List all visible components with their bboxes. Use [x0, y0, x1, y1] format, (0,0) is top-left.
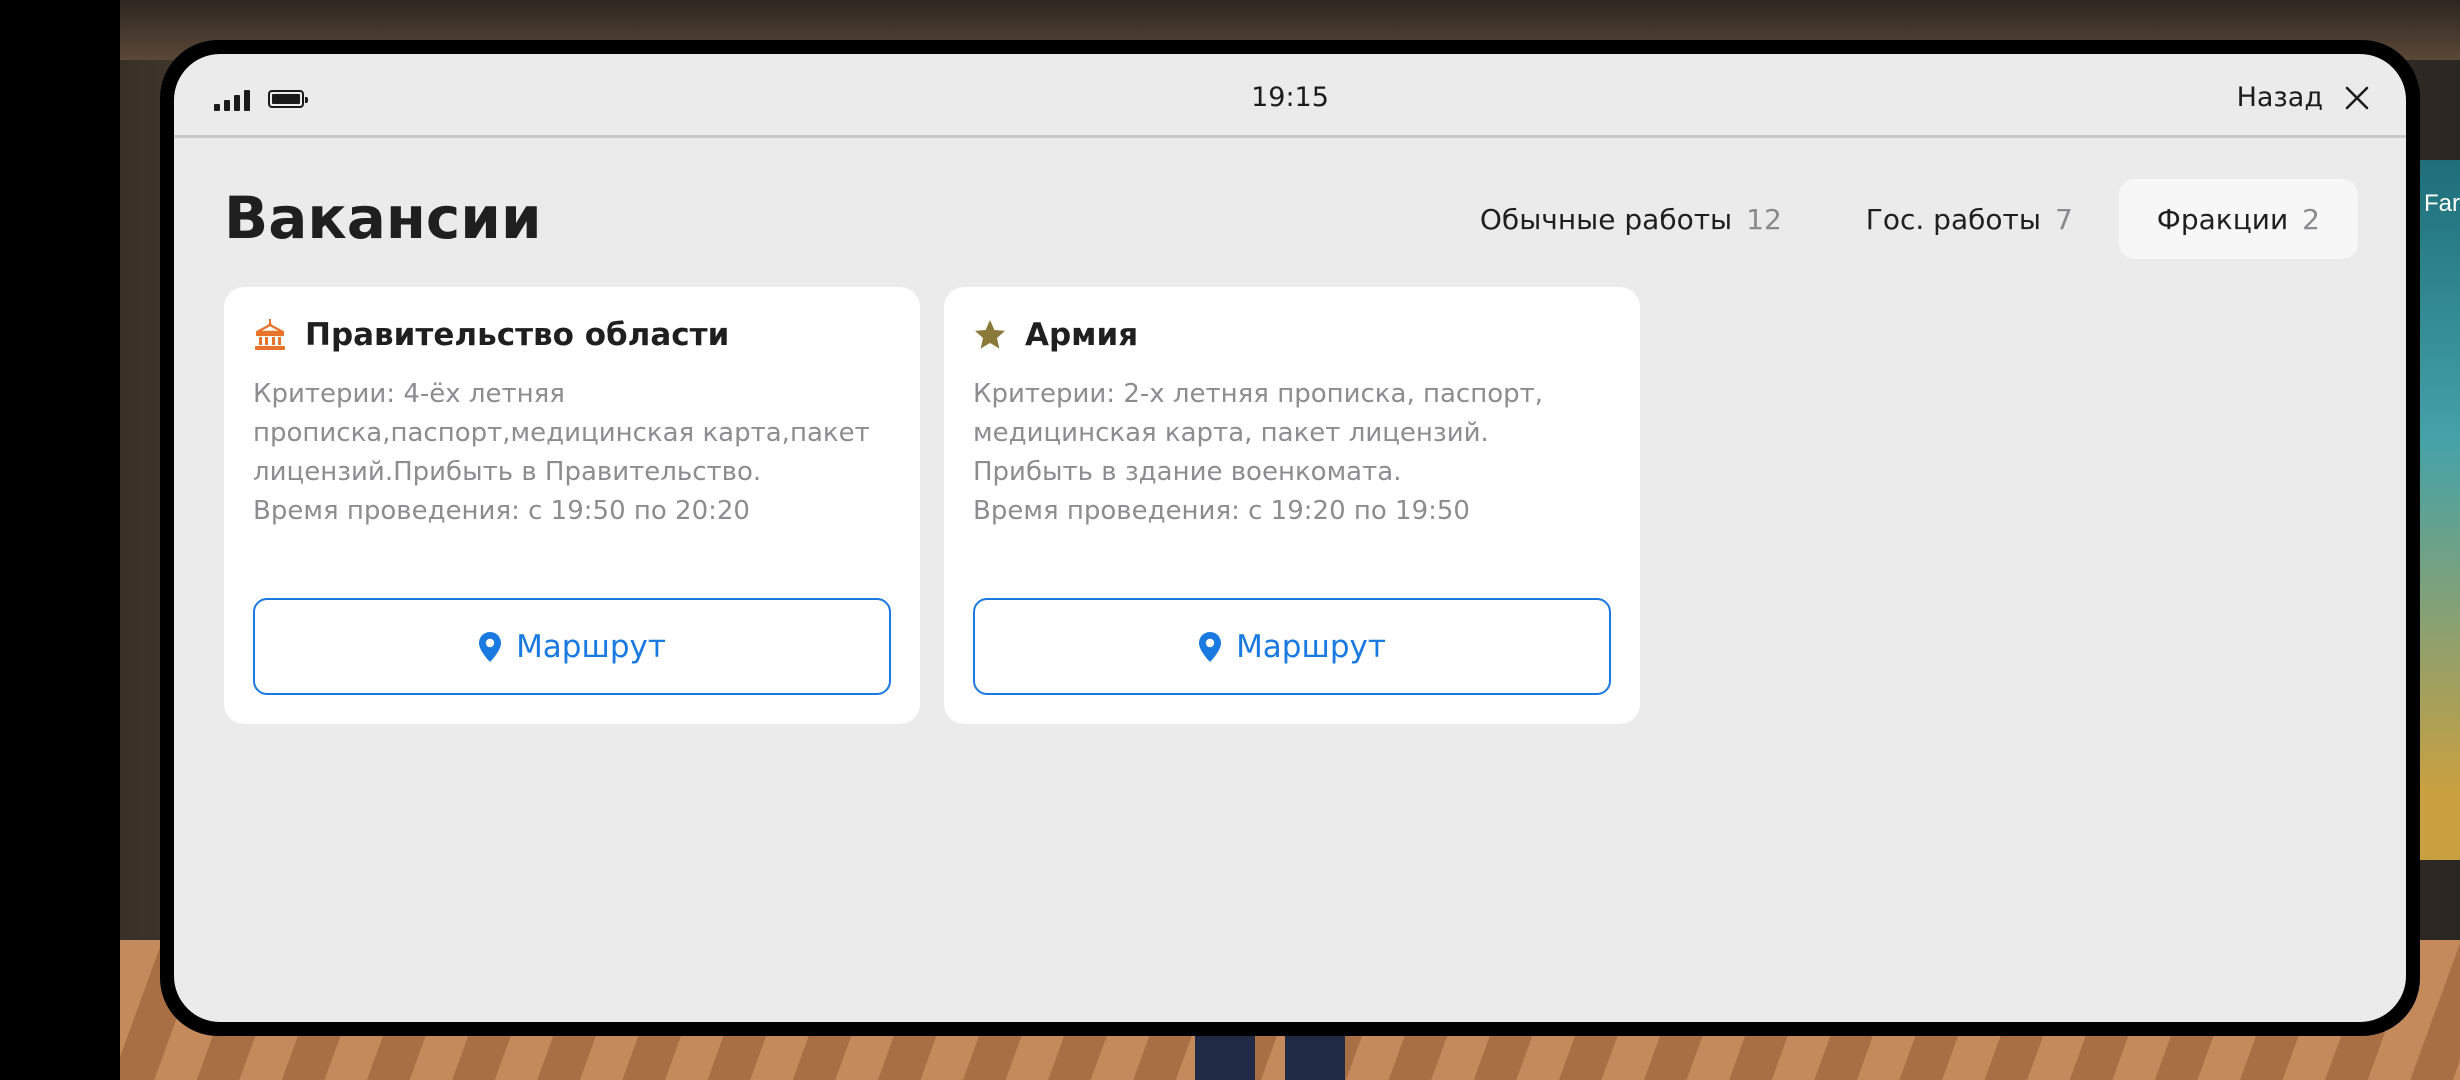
background-sign-text: Far [2424, 190, 2460, 217]
government-building-icon [255, 319, 285, 350]
location-pin-icon [1199, 631, 1222, 662]
close-icon[interactable] [2343, 84, 2371, 112]
route-button[interactable]: Маршрут [973, 598, 1611, 695]
tab-regular-jobs[interactable]: Обычные работы 12 [1442, 179, 1820, 259]
status-bar: 19:15 Назад [174, 54, 2406, 138]
card-header: Правительство области [253, 317, 891, 353]
tab-government-jobs[interactable]: Гос. работы 7 [1828, 179, 2111, 259]
card-header: Армия [973, 317, 1611, 353]
tab-count: 12 [1746, 202, 1782, 236]
tab-label: Гос. работы [1865, 202, 2041, 236]
phone-frame: 19:15 Назад Вакансии Обычные работы 12 Г… [160, 40, 2420, 1036]
vacancy-list: Правительство области Критерии: 4-ёх лет… [224, 287, 1640, 724]
tab-count: 7 [2054, 202, 2073, 236]
tab-factions[interactable]: Фракции 2 [2118, 179, 2358, 259]
route-button-label: Маршрут [1236, 628, 1386, 665]
location-pin-icon [479, 631, 502, 662]
vacancy-card-army: Армия Критерии: 2-х летняя прописка, пас… [944, 287, 1640, 724]
back-button[interactable]: Назад [2237, 82, 2371, 113]
star-icon [975, 320, 1005, 349]
card-description: Критерии: 2-х летняя прописка, паспорт, … [973, 379, 1544, 526]
page-title: Вакансии [224, 184, 542, 252]
card-title: Правительство области [305, 317, 730, 353]
card-description: Критерии: 4-ёх летняя прописка,паспорт,м… [253, 379, 870, 526]
route-button[interactable]: Маршрут [253, 598, 891, 695]
card-title: Армия [1025, 317, 1139, 353]
back-label: Назад [2236, 82, 2323, 113]
route-button-label: Маршрут [516, 628, 666, 665]
tab-bar: Обычные работы 12 Гос. работы 7 Фракции … [1442, 179, 2358, 259]
phone-screen: 19:15 Назад Вакансии Обычные работы 12 Г… [174, 54, 2406, 1022]
tab-count: 2 [2302, 202, 2320, 236]
tab-label: Обычные работы [1479, 202, 1733, 236]
status-time: 19:15 [1251, 82, 1329, 113]
tab-label: Фракции [2156, 202, 2289, 236]
vacancy-card-government: Правительство области Критерии: 4-ёх лет… [224, 287, 920, 724]
